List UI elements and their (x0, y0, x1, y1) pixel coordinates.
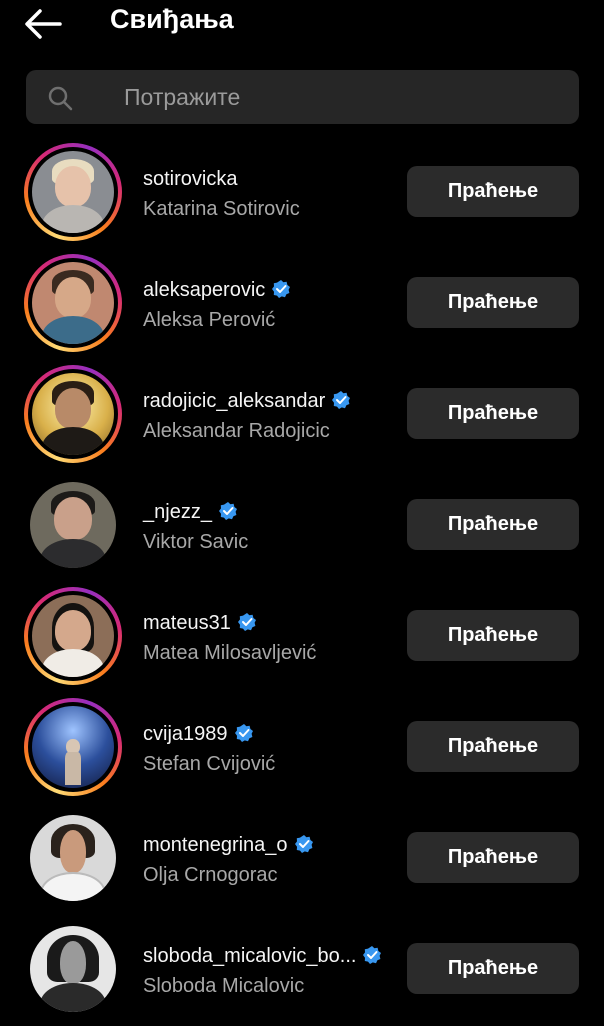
verified-badge-icon (294, 835, 313, 853)
list-item[interactable]: sotirovicka Katarina Sotirovic Праћење (0, 138, 604, 249)
avatar (30, 815, 116, 901)
follow-button[interactable]: Праћење (407, 388, 579, 439)
search-icon (48, 86, 73, 111)
verified-badge-icon (237, 613, 256, 631)
list-item[interactable]: cvija1989 Stefan Cvijović Праћење (0, 693, 604, 804)
list-item[interactable]: sloboda_micalovic_bo... Sloboda Micalovi… (0, 915, 604, 1026)
avatar (32, 262, 114, 344)
verified-badge-icon (272, 280, 291, 298)
verified-badge-icon (332, 391, 351, 409)
avatar (32, 151, 114, 233)
page-title: Свиђања (110, 4, 234, 34)
list-item[interactable]: radojicic_aleksandar Aleksandar Radojici… (0, 360, 604, 471)
verified-badge-icon (218, 502, 237, 520)
follow-button[interactable]: Праћење (407, 166, 579, 217)
follow-button[interactable]: Праћење (407, 943, 579, 994)
search-input[interactable] (124, 70, 544, 124)
list-item[interactable]: aleksaperovic Aleksa Perović Праћење (0, 249, 604, 360)
likes-list: sotirovicka Katarina Sotirovic Праћење a… (0, 138, 604, 1026)
avatar-container[interactable] (24, 920, 122, 1018)
follow-button[interactable]: Праћење (407, 277, 579, 328)
username[interactable]: radojicic_aleksandar (143, 390, 351, 413)
full-name: Stefan Cvijović (143, 753, 276, 775)
search-bar[interactable] (26, 70, 579, 124)
back-button[interactable] (22, 6, 64, 42)
follow-button[interactable]: Праћење (407, 499, 579, 550)
list-item[interactable]: _njezz_ Viktor Savic Праћење (0, 471, 604, 582)
avatar-container[interactable] (24, 476, 122, 574)
top-bar: Свиђања (0, 0, 604, 50)
full-name: Sloboda Micalovic (143, 975, 305, 997)
avatar-container[interactable] (24, 809, 122, 907)
list-item[interactable]: montenegrina_o Olja Crnogorac Праћење (0, 804, 604, 915)
avatar-story-ring[interactable] (24, 365, 122, 463)
full-name: Olja Crnogorac (143, 864, 278, 886)
username[interactable]: _njezz_ (143, 501, 238, 524)
avatar (30, 482, 116, 568)
avatar (32, 373, 114, 455)
avatar-story-ring[interactable] (24, 698, 122, 796)
avatar-story-ring[interactable] (24, 587, 122, 685)
verified-badge-icon (234, 724, 253, 742)
avatar-story-ring[interactable] (24, 254, 122, 352)
username[interactable]: sotirovicka (143, 168, 237, 191)
full-name: Matea Milosavljević (143, 642, 317, 664)
follow-button[interactable]: Праћење (407, 610, 579, 661)
avatar-story-ring[interactable] (24, 143, 122, 241)
username[interactable]: montenegrina_o (143, 834, 314, 857)
avatar (32, 595, 114, 677)
full-name: Aleksandar Radojicic (143, 420, 330, 442)
follow-button[interactable]: Праћење (407, 832, 579, 883)
username[interactable]: mateus31 (143, 612, 257, 635)
username[interactable]: sloboda_micalovic_bo... (143, 945, 382, 968)
username[interactable]: aleksaperovic (143, 279, 291, 302)
arrow-left-icon (25, 9, 62, 39)
list-item[interactable]: mateus31 Matea Milosavljević Праћење (0, 582, 604, 693)
verified-badge-icon (363, 946, 382, 964)
full-name: Viktor Savic (143, 531, 249, 553)
full-name: Aleksa Perović (143, 309, 276, 331)
full-name: Katarina Sotirovic (143, 198, 300, 220)
follow-button[interactable]: Праћење (407, 721, 579, 772)
avatar (32, 706, 114, 788)
username[interactable]: cvija1989 (143, 723, 254, 746)
avatar (30, 926, 116, 1012)
